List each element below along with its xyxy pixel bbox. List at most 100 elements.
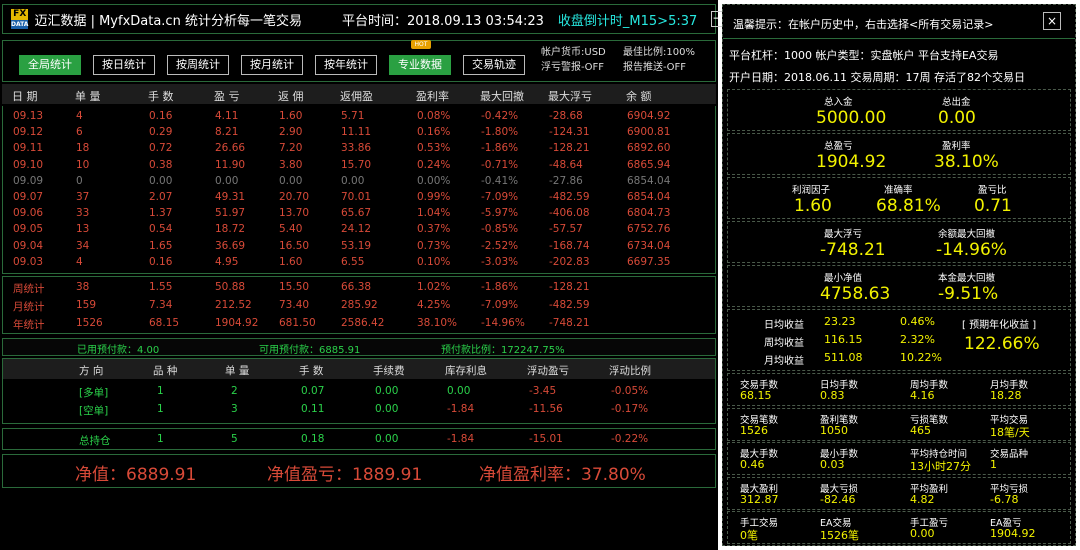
deposit-label: 总入金 — [824, 97, 853, 108]
cell-rebate: 7.20 — [279, 142, 303, 155]
cell-max-float: -748.21 — [549, 317, 590, 329]
tab-trade-track[interactable]: 交易轨迹 — [463, 55, 525, 75]
app-title: 迈汇数据 | MyfxData.cn 统计分析每一笔交易 — [34, 13, 302, 29]
table-row[interactable]: 09.13 4 0.16 4.11 1.60 5.71 0.08% -0.42% -28.68 6… — [3, 110, 715, 122]
stat-value: 4.82 — [910, 492, 935, 506]
annual-return-value: 122.66% — [964, 334, 1040, 354]
cell-rebate: 5.40 — [279, 223, 303, 236]
cell-balance: 6734.04 — [627, 239, 671, 252]
pos-col-float-ratio: 浮动比例 — [609, 365, 651, 377]
cell-pnl: 1904.92 — [215, 317, 259, 329]
daily-return-label: 日均收益 — [764, 320, 804, 331]
table-row[interactable]: 09.10 10 0.38 11.90 3.80 15.70 0.24% -0.71% -48.… — [3, 159, 715, 171]
table-row[interactable]: 09.11 18 0.72 26.66 7.20 33.86 0.53% -1.86% -128… — [3, 142, 715, 154]
cell-pnl: 8.21 — [215, 126, 239, 139]
cell-balance: 6854.04 — [627, 191, 671, 203]
accuracy-value: 68.81% — [876, 196, 941, 216]
cell-date: 09.11 — [13, 142, 44, 155]
pos-float-pnl: -3.45 — [529, 385, 557, 397]
pos-swap: 0.00 — [447, 385, 471, 397]
tab-pro-data[interactable]: 专业数据 — [389, 55, 451, 75]
stat-row: 手工交易 0笔 EA交易 1526笔 手工盈亏 0.00 EA盈亏 1904.92 — [727, 511, 1071, 544]
weekly-return-pct: 2.32% — [900, 333, 935, 346]
stat-row: 最大手数 0.46 最小手数 0.03 平均持仓时间 13小时27分 交易品种 1 — [727, 442, 1071, 475]
cell-date: 09.09 — [13, 174, 44, 187]
col-rebate-pnl: 返佣盈 — [340, 90, 373, 103]
cell-summary-label: 月统计 — [13, 301, 45, 313]
cell-pnl: 50.88 — [215, 281, 246, 293]
cell-orders: 33 — [76, 207, 90, 220]
withdraw-value: 0.00 — [938, 108, 976, 128]
logo-text: FX — [13, 9, 27, 19]
cell-orders: 10 — [76, 158, 90, 171]
cell-orders: 38 — [76, 281, 90, 293]
cell-pnl: 4.11 — [215, 110, 239, 122]
total-orders: 5 — [231, 433, 238, 445]
table-row[interactable]: 09.05 13 0.54 18.72 5.40 24.12 0.37% -0.85% -57.… — [3, 223, 715, 235]
cell-profit-rate: 0.08% — [417, 110, 451, 122]
table-row[interactable]: 09.03 4 0.16 4.95 1.60 6.55 0.10% -3.03% -202.83… — [3, 256, 715, 268]
max-float-label: 最大浮亏 — [824, 229, 863, 240]
cell-balance: 6854.04 — [627, 174, 671, 187]
pos-direction: [空单] — [79, 405, 109, 417]
report-push-toggle[interactable]: 报告推送-OFF — [623, 60, 686, 75]
total-float-pnl: -15.01 — [529, 433, 563, 445]
cell-profit-rate: 0.00% — [417, 174, 451, 187]
table-row[interactable]: 09.06 33 1.37 51.97 13.70 65.67 1.04% -5.97% -40… — [3, 207, 715, 219]
table-row[interactable]: 09.12 6 0.29 8.21 2.90 11.11 0.16% -1.80% -124.3… — [3, 126, 715, 138]
tab-weekly-stats[interactable]: 按周统计 — [167, 55, 229, 75]
cell-orders: 1526 — [76, 317, 103, 329]
cell-max-float: -124.31 — [549, 126, 590, 139]
cell-lots: 0.38 — [149, 158, 173, 171]
cell-pnl: 11.90 — [215, 158, 246, 171]
pl-ratio-value: 0.71 — [974, 196, 1012, 216]
daily-table-header: 日 期 单 量 手 数 盈 亏 返 佣 返佣盈 盈利率 最大回撤 最大浮亏 余 … — [2, 84, 716, 104]
profit-rate-value: 38.10% — [934, 152, 999, 172]
col-profit-rate: 盈利率 — [416, 90, 449, 103]
accuracy-label: 准确率 — [884, 185, 913, 196]
table-row[interactable]: 09.09 0 0.00 0.00 0.00 0.00 0.00% -0.41% -27.86 6… — [3, 175, 715, 187]
weekly-return-value: 116.15 — [824, 333, 863, 346]
table-row[interactable]: 09.04 34 1.65 36.69 16.50 53.19 0.73% -2.52% -16… — [3, 240, 715, 252]
cell-balance: 6697.35 — [627, 255, 671, 268]
stat-value: 312.87 — [740, 492, 779, 506]
pos-symbol: 1 — [157, 403, 164, 415]
profit-value: 1904.92 — [816, 152, 887, 172]
close-icon[interactable]: × — [1043, 12, 1061, 30]
open-positions: 方 向 品 种 单 量 手 数 手续费 库存利息 浮动盈亏 浮动比例 [多单] 1… — [2, 358, 716, 424]
pos-orders: 2 — [231, 385, 238, 397]
stat-value: 13小时27分 — [910, 460, 971, 473]
cell-rebate: 2.90 — [279, 126, 303, 139]
cell-rebate: 16.50 — [279, 239, 310, 252]
tab-monthly-stats[interactable]: 按月统计 — [241, 55, 303, 75]
profit-label: 总盈亏 — [824, 141, 853, 152]
principal-dd-label: 本金最大回撤 — [938, 273, 996, 284]
tab-daily-stats[interactable]: 按日统计 — [93, 55, 155, 75]
cell-orders: 4 — [76, 255, 83, 268]
total-float-ratio: -0.22% — [611, 433, 649, 445]
cell-rebate-pnl: 0.00 — [341, 174, 365, 187]
cell-rebate-pnl: 11.11 — [341, 126, 372, 139]
tip-text: 温馨提示：在帐户历史中，右击选择<所有交易记录> — [733, 18, 994, 31]
cell-date: 09.05 — [13, 223, 44, 236]
used-margin: 已用预付款：4.00 — [77, 345, 160, 356]
cell-rebate-pnl: 15.70 — [341, 158, 372, 171]
profit-box: 总盈亏 1904.92 盈利率 38.10% — [727, 133, 1071, 175]
cell-lots: 0.16 — [149, 110, 173, 122]
cell-profit-rate: 0.24% — [417, 158, 451, 171]
summary-table: 周统计 38 1.55 50.88 15.50 66.38 1.02% -1.86% -128.… — [2, 276, 716, 334]
stat-value: 0.03 — [820, 458, 845, 471]
cell-date: 09.07 — [13, 191, 44, 203]
tab-global-stats[interactable]: 全局统计 — [19, 55, 81, 75]
tab-yearly-stats[interactable]: 按年统计 — [315, 55, 377, 75]
cell-lots: 0.54 — [149, 223, 173, 236]
col-balance: 余 额 — [626, 90, 652, 103]
float-alert-toggle[interactable]: 浮亏警报-OFF — [541, 60, 604, 75]
cell-max-drawdown: -7.09% — [481, 299, 519, 311]
stat-value: 0.46 — [740, 458, 765, 471]
table-row[interactable]: 09.07 37 2.07 49.31 20.70 70.01 0.99% -7.09% -48… — [3, 191, 715, 203]
monthly-return-label: 月均收益 — [764, 356, 804, 367]
cell-pnl: 0.00 — [215, 174, 239, 187]
cell-max-float: -406.08 — [549, 207, 590, 220]
stat-value: 1 — [990, 458, 997, 471]
